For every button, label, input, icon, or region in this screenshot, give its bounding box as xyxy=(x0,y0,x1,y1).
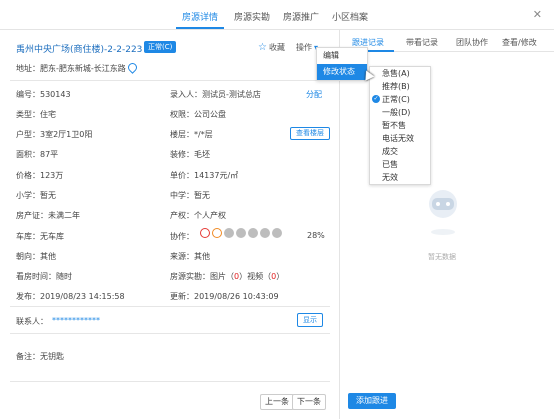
tab-viewing-records[interactable]: 带看记录 xyxy=(406,37,438,48)
survey-prefix: 房源实勘：图片（ xyxy=(170,272,234,281)
field-layout: 户型：3室2厅1卫0阳 xyxy=(16,130,93,139)
survey-suffix: ） xyxy=(276,272,285,281)
operate-dropdown[interactable]: 操作▾ xyxy=(296,42,318,53)
collab-progress-icons xyxy=(200,228,284,238)
field-garage: 车库：无车库 xyxy=(16,232,64,241)
field-floor: 楼层：*/*层 xyxy=(170,130,213,139)
followup-tab-bar: 跟进记录 带看记录 团队协作 查看/修改 xyxy=(340,30,554,52)
status-option-label: 正常(C) xyxy=(382,95,410,104)
show-contact-button[interactable]: 显示 xyxy=(297,313,323,327)
field-collab-label: 协作： xyxy=(170,232,194,241)
status-option[interactable]: 无效 xyxy=(370,171,430,184)
collab-step-icon xyxy=(236,228,246,238)
assign-link[interactable]: 分配 xyxy=(306,89,322,100)
field-published: 发布：2019/08/23 14:15:58 xyxy=(16,292,125,301)
close-icon[interactable]: ✕ xyxy=(533,8,542,21)
field-unit-price: 单价：14137元/㎡ xyxy=(170,171,239,180)
prev-button[interactable]: 上一条 xyxy=(260,394,294,410)
status-option[interactable]: 电话无效 xyxy=(370,132,430,145)
field-price: 价格：123万 xyxy=(16,171,64,180)
address-text: 地址：肥东-肥东新城-长江东路 xyxy=(16,64,126,73)
tab-listing-detail[interactable]: 房源详情 xyxy=(182,10,218,23)
listing-title: 禹州中央广场(商住楼)-2-2-223 xyxy=(16,45,143,55)
field-orientation: 朝向：其他 xyxy=(16,252,56,261)
field-entered-by: 录入人：测试员-测试总店 xyxy=(170,90,261,99)
status-option-label: 电话无效 xyxy=(382,134,414,143)
collab-percent: 28% xyxy=(307,231,325,240)
divider xyxy=(10,381,330,382)
tab-community-archive[interactable]: 小区档案 xyxy=(332,10,368,23)
status-submenu: 急售(A) 推荐(B) ✓ 正常(C) 一般(D) 暂不售 电话无效 成交 已售 … xyxy=(369,66,431,185)
star-icon: ☆ xyxy=(258,42,267,53)
field-ownership: 权限：公司公盘 xyxy=(170,110,226,119)
add-followup-button[interactable]: 添加跟进 xyxy=(348,393,396,409)
map-pin-icon[interactable] xyxy=(125,61,139,74)
status-option-label: 无效 xyxy=(382,173,398,182)
collab-step-icon xyxy=(212,228,222,238)
field-type: 类型：住宅 xyxy=(16,110,56,119)
divider xyxy=(10,333,330,334)
field-property-right: 产权：个人产权 xyxy=(170,211,226,220)
field-middle-school: 中学：暂无 xyxy=(170,191,210,200)
empty-text: 暂无数据 xyxy=(428,253,456,261)
status-option[interactable]: 推荐(B) xyxy=(370,80,430,93)
divider xyxy=(10,80,330,81)
field-cert: 房产证：未满二年 xyxy=(16,211,80,220)
field-code: 编号：530143 xyxy=(16,90,71,99)
status-option[interactable]: 已售 xyxy=(370,158,430,171)
active-tab-indicator xyxy=(176,27,224,29)
tab-listing-survey[interactable]: 房源实勘 xyxy=(234,10,270,23)
status-option-label: 急售(A) xyxy=(382,69,410,78)
status-option[interactable]: 暂不售 xyxy=(370,119,430,132)
status-option-label: 推荐(B) xyxy=(382,82,410,91)
status-option-label: 暂不售 xyxy=(382,121,406,130)
collab-step-icon xyxy=(248,228,258,238)
empty-robot-icon xyxy=(429,190,457,235)
field-decoration: 装修：毛坯 xyxy=(170,150,210,159)
favorite-label: 收藏 xyxy=(268,43,285,52)
tab-team-collab[interactable]: 团队协作 xyxy=(456,37,488,48)
menu-item-edit[interactable]: 编辑 xyxy=(317,48,367,64)
status-option-label: 成交 xyxy=(382,147,398,156)
status-option[interactable]: 急售(A) xyxy=(370,67,430,80)
field-remark: 备注：无钥匙 xyxy=(16,352,64,361)
status-badge: 正常(C) xyxy=(144,41,177,53)
field-primary-school: 小学：暂无 xyxy=(16,191,56,200)
survey-mid: ）视频（ xyxy=(239,272,272,281)
collab-step-icon xyxy=(200,228,210,238)
tab-view-edit[interactable]: 查看/修改 xyxy=(502,37,537,48)
status-option-label: 已售 xyxy=(382,160,398,169)
next-button[interactable]: 下一条 xyxy=(292,394,326,410)
contact-label: 联系人： xyxy=(16,317,48,326)
listing-detail-panel: 禹州中央广场(商住楼)-2-2-223 正常(C) ☆收藏 操作▾ 地址：肥东-… xyxy=(0,30,340,419)
favorite-button[interactable]: ☆ 收藏 xyxy=(258,42,285,53)
collab-step-icon xyxy=(272,228,282,238)
operate-menu: 编辑 修改状态 xyxy=(316,47,368,81)
collab-step-icon xyxy=(260,228,270,238)
field-survey: 房源实勘：图片（0）视频（0） xyxy=(170,271,284,282)
divider xyxy=(10,306,330,307)
status-option-label: 一般(D) xyxy=(382,108,411,117)
field-updated: 更新：2019/08/26 10:43:09 xyxy=(170,292,279,301)
field-area: 面积：87平 xyxy=(16,150,59,159)
field-viewing-time: 看房时间：随时 xyxy=(16,272,72,281)
status-option-checked[interactable]: ✓ 正常(C) xyxy=(370,93,430,106)
operate-label: 操作 xyxy=(296,43,312,52)
field-source: 来源：其他 xyxy=(170,252,210,261)
view-floor-button[interactable]: 查看楼层 xyxy=(290,127,330,140)
tab-listing-promotion[interactable]: 房源推广 xyxy=(283,10,319,23)
contact-masked: ************ xyxy=(52,316,100,325)
top-tab-bar: 房源详情 房源实勘 房源推广 小区档案 ✕ xyxy=(0,0,554,30)
check-icon: ✓ xyxy=(372,95,380,103)
status-option[interactable]: 一般(D) xyxy=(370,106,430,119)
menu-item-change-status[interactable]: 修改状态 xyxy=(317,64,367,80)
status-option[interactable]: 成交 xyxy=(370,145,430,158)
address: 地址：肥东-肥东新城-长江东路 xyxy=(16,61,139,74)
collab-step-icon xyxy=(224,228,234,238)
